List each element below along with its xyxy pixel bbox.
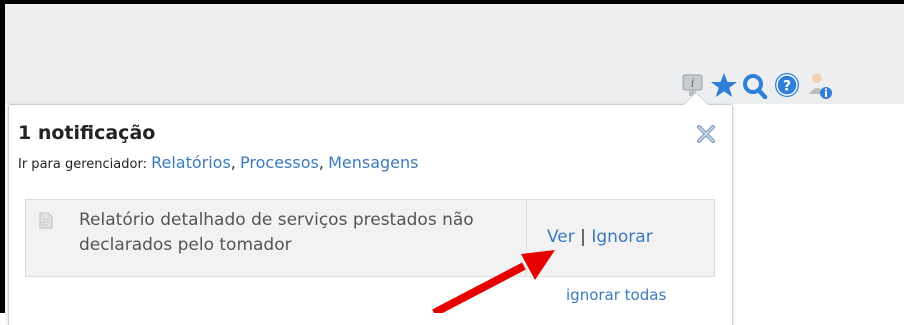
- link-relatorios[interactable]: Relatórios: [151, 153, 231, 172]
- top-bar: i ?: [5, 4, 904, 104]
- notification-text: Relatório detalhado de serviços prestado…: [79, 210, 474, 255]
- notification-popup: 1 notificação Ir para gerenciador: Relat…: [8, 92, 733, 325]
- notification-actions: Ver | Ignorar: [547, 227, 653, 247]
- close-icon[interactable]: [697, 125, 715, 143]
- popup-title: 1 notificação: [18, 122, 156, 144]
- manager-links-row: Ir para gerenciador: Relatórios, Process…: [18, 153, 419, 172]
- svg-text:?: ?: [783, 79, 791, 95]
- svg-text:i: i: [691, 76, 695, 90]
- goto-label: Ir para gerenciador:: [18, 157, 147, 172]
- link-separator: ,: [318, 153, 324, 172]
- notification-divider: [526, 200, 527, 276]
- popup-caret: [683, 92, 709, 105]
- ignore-all-link[interactable]: ignorar todas: [566, 286, 666, 304]
- view-link[interactable]: Ver: [547, 227, 575, 247]
- link-separator: ,: [230, 153, 236, 172]
- favorites-star-icon[interactable]: [710, 70, 738, 102]
- ignore-link[interactable]: Ignorar: [591, 227, 652, 247]
- help-icon[interactable]: ?: [773, 70, 801, 102]
- link-mensagens[interactable]: Mensagens: [328, 153, 418, 172]
- user-info-icon[interactable]: [806, 70, 834, 102]
- action-separator: |: [580, 227, 586, 247]
- link-processos[interactable]: Processos: [240, 153, 319, 172]
- document-icon: [39, 212, 53, 229]
- notification-item: Relatório detalhado de serviços prestado…: [25, 199, 715, 277]
- search-icon[interactable]: [741, 70, 769, 102]
